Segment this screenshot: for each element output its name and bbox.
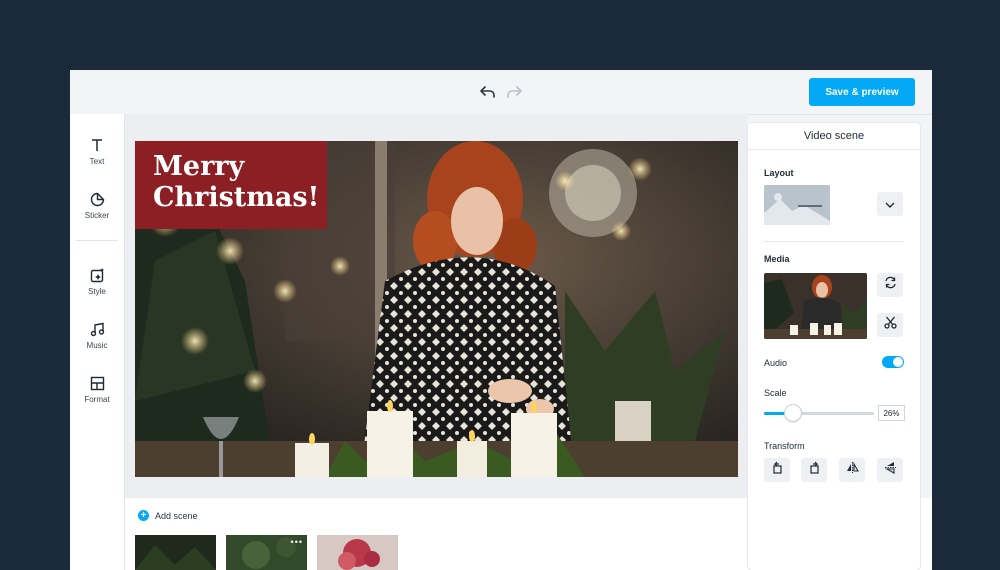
sidebar-item-label: Sticker: [84, 211, 110, 220]
scene-thumbnail[interactable]: •••: [226, 535, 307, 570]
chevron-down-icon: [885, 195, 895, 213]
rotate-right-button[interactable]: [801, 458, 827, 482]
sidebar-item-label: Style: [88, 287, 106, 296]
scale-label: Scale: [764, 388, 787, 398]
layout-preview[interactable]: [764, 185, 830, 225]
transform-label: Transform: [764, 441, 805, 451]
audio-label: Audio: [764, 358, 788, 368]
video-scene-panel: Video scene Layout Media Audio Scale 26%…: [748, 123, 920, 570]
scale-slider-handle[interactable]: [784, 405, 801, 421]
media-thumbnail[interactable]: [764, 273, 867, 339]
top-toolbar: Save & preview: [70, 70, 932, 115]
sidebar-item-format[interactable]: Format: [70, 372, 124, 416]
panel-title: Video scene: [748, 123, 920, 150]
sticker-icon: [88, 190, 106, 208]
scissors-icon: [883, 316, 897, 334]
text-overlay[interactable]: Merry Christmas!: [135, 141, 327, 229]
save-preview-button[interactable]: Save & preview: [809, 78, 915, 106]
sidebar-item-text[interactable]: Text: [70, 134, 124, 178]
overlay-text[interactable]: Merry Christmas!: [153, 151, 319, 213]
layout-dropdown-button[interactable]: [877, 192, 903, 216]
flip-horizontal-icon: [846, 461, 859, 479]
flip-vertical-icon: [884, 461, 897, 479]
sidebar-item-music[interactable]: Music: [70, 318, 124, 362]
sidebar-item-label: Music: [86, 341, 108, 350]
more-icon[interactable]: •••: [291, 537, 303, 547]
rotate-right-icon: [808, 461, 821, 479]
add-scene-label: Add scene: [155, 510, 198, 521]
sidebar-divider: [76, 240, 118, 241]
canvas-area: Merry Christmas!: [125, 114, 747, 498]
scene-thumbnail[interactable]: [135, 535, 216, 570]
replace-media-button[interactable]: [877, 273, 903, 297]
undo-icon[interactable]: [477, 82, 499, 102]
redo-icon[interactable]: [503, 82, 525, 102]
audio-toggle[interactable]: [882, 356, 904, 368]
editor-window: Save & preview Text Sticker Style Music …: [70, 70, 932, 570]
media-label: Media: [764, 254, 790, 264]
sidebar-item-label: Format: [84, 395, 110, 404]
text-icon: [88, 136, 106, 154]
trim-media-button[interactable]: [877, 313, 903, 337]
layout-label: Layout: [764, 168, 794, 178]
divider: [764, 241, 904, 242]
sidebar-item-style[interactable]: Style: [70, 264, 124, 308]
scale-value[interactable]: 26%: [878, 405, 905, 421]
music-icon: [88, 320, 106, 338]
left-sidebar: Text Sticker Style Music Format: [70, 114, 125, 570]
plus-icon: +: [138, 510, 149, 521]
rotate-left-button[interactable]: [764, 458, 790, 482]
flip-vertical-button[interactable]: [877, 458, 903, 482]
scene-thumbnail[interactable]: [317, 535, 398, 570]
scale-slider[interactable]: [764, 405, 874, 421]
sidebar-item-sticker[interactable]: Sticker: [70, 188, 124, 232]
format-icon: [88, 374, 106, 392]
refresh-icon: [884, 276, 897, 294]
sidebar-item-label: Text: [89, 157, 105, 166]
style-icon: [88, 266, 106, 284]
add-scene-button[interactable]: + Add scene: [138, 510, 198, 521]
toggle-knob: [893, 357, 903, 367]
flip-horizontal-button[interactable]: [839, 458, 865, 482]
rotate-left-icon: [771, 461, 784, 479]
